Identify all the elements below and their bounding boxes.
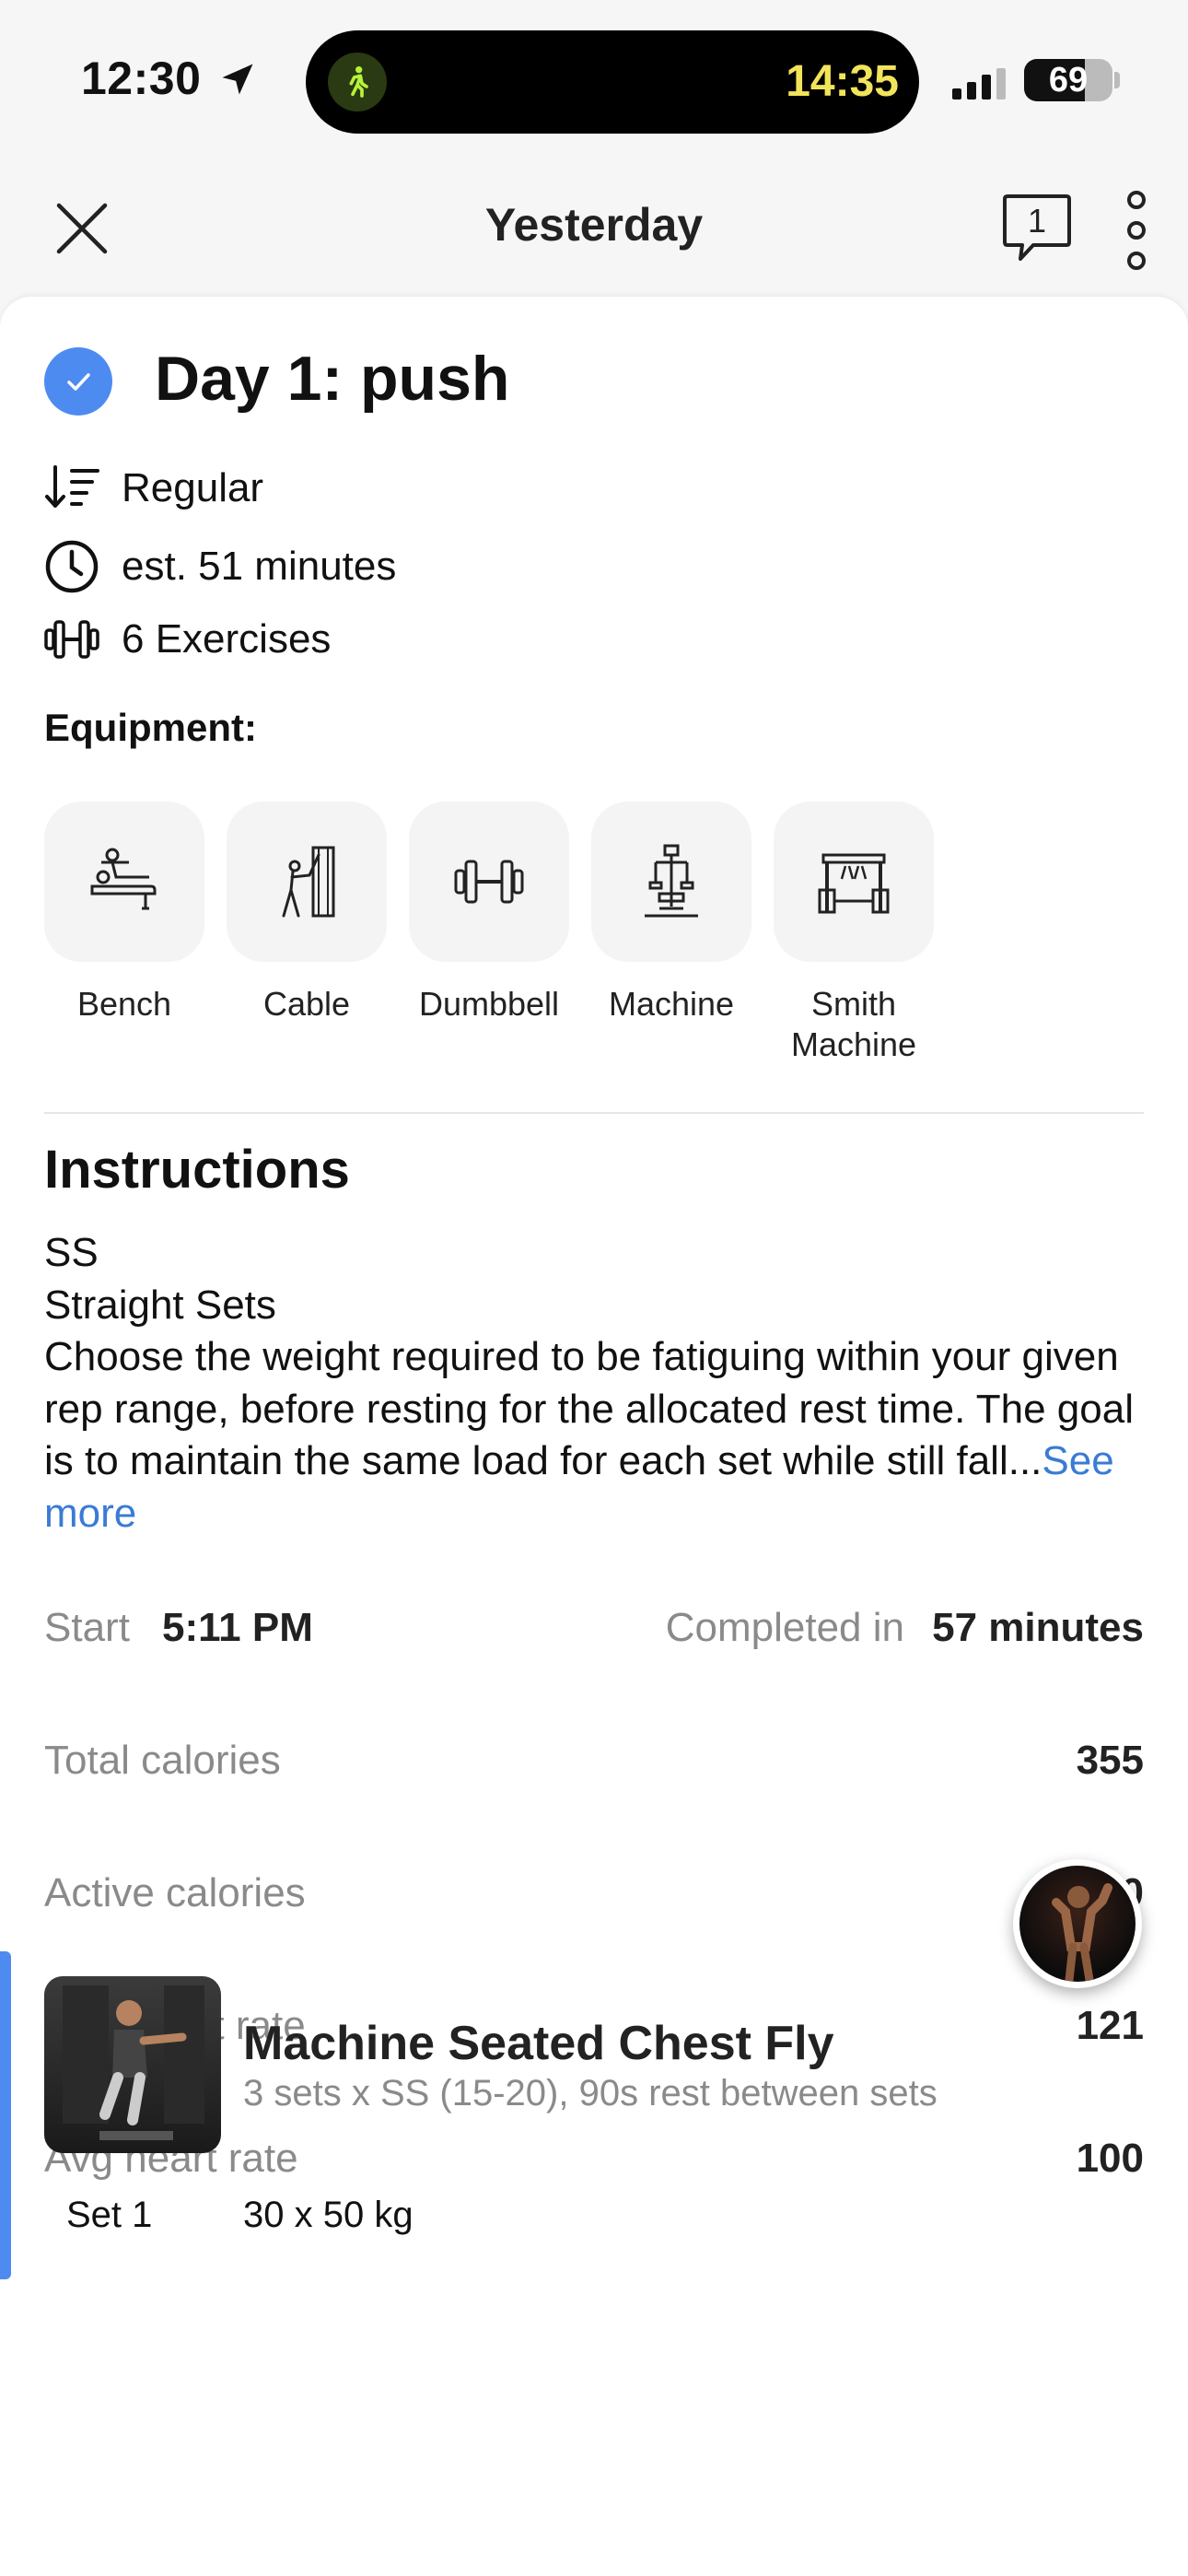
dumbbell-icon (44, 612, 101, 667)
duration-row: est. 51 minutes (44, 539, 396, 594)
equipment-label: Bench (76, 985, 172, 1023)
cellular-signal-icon (952, 68, 1006, 100)
instructions-line: Straight Sets (44, 1282, 276, 1328)
stat-value: 355 (1076, 1738, 1144, 1783)
dynamic-island[interactable]: 14:35 (306, 30, 919, 134)
location-arrow-icon (222, 64, 253, 95)
stat-row-total-calories: Total calories 355 (44, 1738, 1144, 1793)
equipment-label: Dumbbell (418, 985, 560, 1023)
exercise-thumbnail[interactable] (44, 1976, 221, 2153)
set-label: Set 1 (66, 2195, 153, 2235)
dumbbell-icon (409, 802, 569, 962)
exercise-name[interactable]: Machine Seated Chest Fly (243, 2016, 834, 2071)
equipment-item-cable[interactable]: Cable (227, 802, 387, 1025)
equipment-heading: Equipment: (44, 706, 257, 749)
clock-icon (44, 539, 101, 594)
equipment-label: Cable (262, 985, 351, 1023)
coach-avatar (1019, 1866, 1136, 1982)
equipment-item-smith-machine[interactable]: Smith Machine (774, 802, 934, 1065)
status-time: 12:30 (81, 53, 202, 104)
divider (44, 1112, 1144, 1114)
completed-label: Completed in (665, 1605, 904, 1650)
exercise-count-row: 6 Exercises (44, 612, 331, 667)
comments-button[interactable]: 1 (1002, 193, 1072, 266)
stat-value: 121 (1076, 2003, 1144, 2048)
top-nav: Yesterday 1 (0, 161, 1188, 299)
equipment-label: Machine (608, 985, 735, 1023)
stat-value: 100 (1076, 2136, 1144, 2181)
equipment-item-dumbbell[interactable]: Dumbbell (409, 802, 569, 1025)
workout-title: Day 1: push (155, 344, 510, 414)
stat-label: Total calories (44, 1738, 281, 1783)
workout-type-row: Regular (44, 461, 263, 516)
more-options-icon[interactable] (1122, 189, 1151, 272)
exercise-count: 6 Exercises (122, 616, 332, 662)
activity-timer: 14:35 (786, 57, 899, 106)
stat-label: Active calories (44, 1870, 306, 1915)
instructions-body: Choose the weight required to be fatigui… (44, 1334, 1134, 1536)
walking-icon (328, 53, 387, 111)
stat-row-active-calories: Active calories 260 (44, 1870, 1144, 1926)
coach-avatar-button[interactable] (1013, 1859, 1142, 1988)
workout-card: Day 1: push Regular est. 51 minutes 6 Ex… (0, 297, 1188, 2576)
equipment-item-bench[interactable]: Bench (44, 802, 204, 1025)
sort-icon (44, 461, 101, 516)
machine-icon (591, 802, 751, 962)
exercise-accent-bar (0, 1951, 11, 2279)
estimated-duration: est. 51 minutes (122, 544, 397, 589)
instructions-heading: Instructions (44, 1140, 350, 1200)
battery-icon: 69 (1024, 59, 1112, 101)
instructions-line: SS (44, 1230, 99, 1275)
smith-machine-icon (774, 802, 934, 962)
status-bar: 12:30 14:35 69 (0, 0, 1188, 161)
start-time: 5:11 PM (162, 1605, 313, 1650)
bench-icon (44, 802, 204, 962)
equipment-item-machine[interactable]: Machine (591, 802, 751, 1025)
start-label: Start (44, 1605, 130, 1650)
set-value: 30 x 50 kg (243, 2195, 413, 2235)
battery-tip (1114, 72, 1120, 88)
start-completed-row: Start 5:11 PM Completed in 57 minutes (44, 1605, 1144, 1660)
exercise-description: 3 sets x SS (15-20), 90s rest between se… (243, 2073, 938, 2113)
cable-icon (227, 802, 387, 962)
workout-type: Regular (122, 465, 264, 510)
battery-level: 69 (1048, 61, 1089, 100)
completed-duration: 57 minutes (932, 1605, 1144, 1650)
equipment-label: Smith Machine (790, 985, 917, 1063)
instructions-text: SS Straight Sets Choose the weight requi… (44, 1227, 1149, 1540)
comments-count: 1 (1027, 202, 1047, 240)
completed-check-icon (44, 347, 112, 416)
